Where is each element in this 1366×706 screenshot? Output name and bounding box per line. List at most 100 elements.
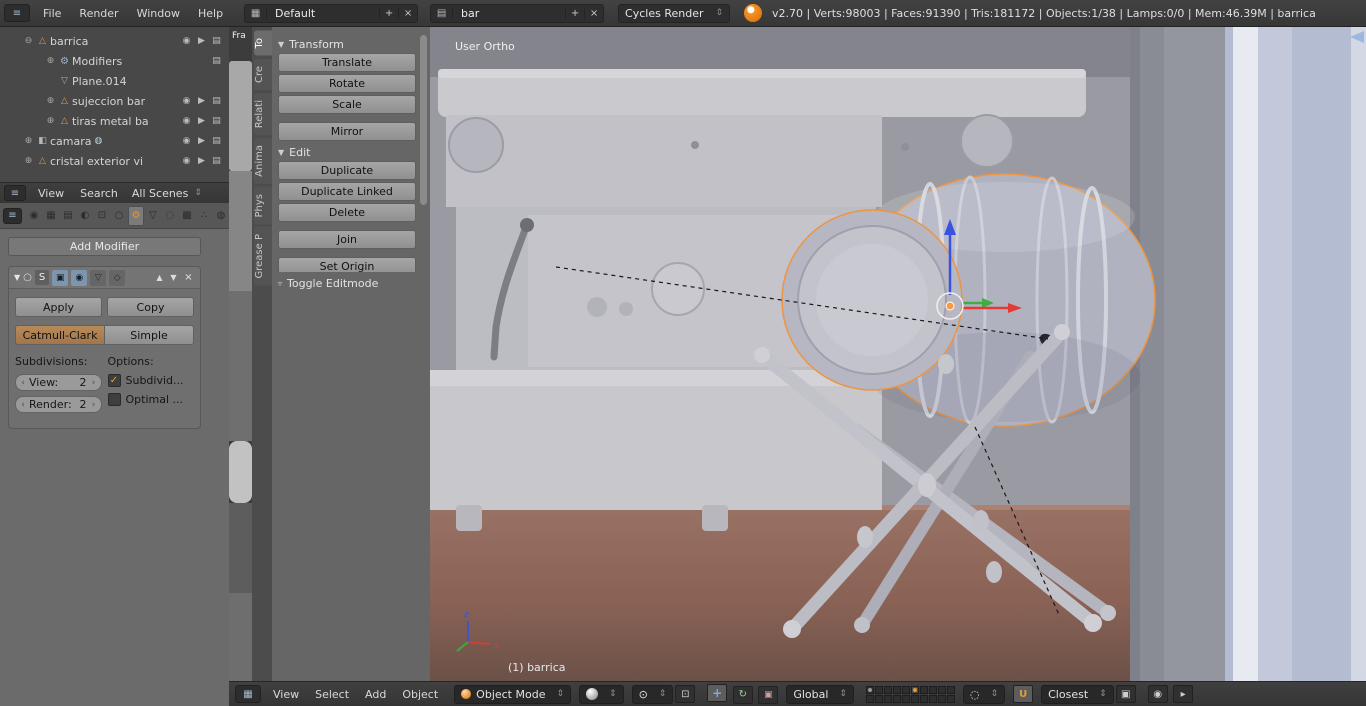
selectability-cursor-icon[interactable]: ▶: [195, 136, 208, 146]
tab-tools[interactable]: To: [254, 31, 272, 56]
apply-button[interactable]: Apply: [15, 297, 102, 317]
scene-icon[interactable]: ▤: [431, 7, 454, 19]
layer-cell[interactable]: [874, 685, 883, 694]
select-menu[interactable]: Select: [307, 688, 357, 701]
layer-cell[interactable]: [892, 694, 901, 703]
world-tab[interactable]: ◐: [77, 206, 93, 226]
transform-orientation-dropdown[interactable]: Global ⇕: [786, 684, 854, 704]
render-engine-dropdown[interactable]: Cycles Render ⇕: [618, 3, 731, 23]
layers-widget[interactable]: [865, 685, 955, 703]
add-modifier-dropdown[interactable]: Add Modifier: [8, 237, 201, 256]
object-menu[interactable]: Object: [394, 688, 446, 701]
constraints-tab[interactable]: ○: [111, 206, 127, 226]
texture-tab[interactable]: ▩: [179, 206, 195, 226]
increment-icon[interactable]: ›: [90, 378, 98, 388]
object-data-tab[interactable]: ▽: [145, 206, 161, 226]
layer-cell[interactable]: [865, 694, 874, 703]
copy-button[interactable]: Copy: [107, 297, 194, 317]
snap-magnet-button[interactable]: U: [1013, 685, 1034, 703]
expand-icon[interactable]: ⊕: [44, 96, 57, 106]
layer-cell[interactable]: [901, 694, 910, 703]
layer-cell[interactable]: [946, 694, 955, 703]
tab-relations[interactable]: Relati: [254, 92, 272, 135]
opengl-render-still-button[interactable]: ◉: [1147, 685, 1168, 703]
duplicate-button[interactable]: Duplicate: [278, 161, 416, 180]
editor-type-button-outliner[interactable]: ≡: [4, 185, 26, 201]
mirror-button[interactable]: Mirror: [278, 122, 416, 141]
outliner-row-sujeccion[interactable]: ⊕ △ sujeccion bar ◉ ▶ ▤: [0, 91, 229, 111]
delete-button[interactable]: Delete: [278, 203, 416, 222]
selectability-cursor-icon[interactable]: ▶: [195, 96, 208, 106]
outliner-row-plane014[interactable]: ▽ Plane.014: [0, 71, 229, 91]
subdivide-uvs-checkbox[interactable]: ✓ Subdivid...: [107, 374, 195, 387]
snap-element-dropdown[interactable]: Closest ⇕: [1041, 684, 1114, 704]
modifier-render-icon[interactable]: ▤: [210, 56, 223, 66]
tab-grease-pencil[interactable]: Grease P: [254, 227, 272, 286]
outliner-row-modifiers[interactable]: ⊕ ⚙ Modifiers ▤: [0, 51, 229, 71]
menu-file[interactable]: File: [34, 7, 70, 20]
collapse-icon[interactable]: ⊖: [22, 36, 35, 46]
increment-icon[interactable]: ›: [90, 400, 98, 410]
expand-icon[interactable]: ⊕: [44, 56, 57, 66]
edit-panel-header[interactable]: ▼ Edit: [278, 143, 416, 161]
viewport-shading-dropdown[interactable]: ⇕: [579, 684, 624, 704]
outliner-row-camara[interactable]: ⊕ ◧ camara ◍ ◉ ▶ ▤: [0, 131, 229, 151]
material-tab[interactable]: ◌: [162, 206, 178, 226]
object-tab[interactable]: ⊡: [94, 206, 110, 226]
renderability-icon[interactable]: ▤: [210, 36, 223, 46]
screen-layout-icon[interactable]: ▦: [245, 7, 268, 19]
snap-target-button[interactable]: ▣: [1115, 685, 1136, 703]
modifier-name-field[interactable]: S: [34, 270, 50, 285]
layer-cell[interactable]: [928, 694, 937, 703]
catmull-clark-toggle[interactable]: Catmull-Clark: [15, 325, 105, 345]
pivot-align-button[interactable]: ⊡: [675, 685, 696, 703]
editor-type-button-properties[interactable]: ≡: [3, 207, 22, 224]
tab-physics[interactable]: Phys: [254, 186, 272, 225]
move-modifier-up-icon[interactable]: ▲: [154, 273, 165, 282]
render-layers-tab[interactable]: ▦: [43, 206, 59, 226]
menu-render[interactable]: Render: [70, 7, 127, 20]
layer-cell[interactable]: [874, 694, 883, 703]
screen-layout-name[interactable]: Default: [267, 7, 379, 20]
modifiers-tab[interactable]: ⚙: [127, 205, 144, 226]
layer-cell[interactable]: [937, 694, 946, 703]
transform-panel-header[interactable]: ▼ Transform: [278, 35, 416, 53]
layer-cell[interactable]: [883, 694, 892, 703]
tab-animation[interactable]: Anima: [254, 137, 272, 184]
collapse-triangle-icon[interactable]: ▼: [14, 273, 20, 282]
outliner-row-cristal[interactable]: ⊕ △ cristal exterior vi ◉ ▶ ▤: [0, 151, 229, 171]
scale-manipulator-button[interactable]: ▣: [758, 686, 779, 704]
scene-tab[interactable]: ▤: [60, 206, 76, 226]
mode-dropdown[interactable]: Object Mode ⇕: [454, 684, 572, 704]
translate-manipulator-button[interactable]: +: [707, 684, 728, 702]
visibility-eye-icon[interactable]: ◉: [180, 156, 193, 166]
editor-type-button-info[interactable]: ≡: [4, 4, 30, 22]
decrement-icon[interactable]: ‹: [19, 378, 27, 388]
duplicate-linked-button[interactable]: Duplicate Linked: [278, 182, 416, 201]
delete-scene-button[interactable]: ×: [584, 7, 603, 19]
tool-shelf-scrollbar[interactable]: [420, 35, 427, 205]
renderability-icon[interactable]: ▤: [210, 136, 223, 146]
pivot-point-dropdown[interactable]: ⊙ ⇕: [631, 684, 674, 704]
view-menu[interactable]: View: [265, 688, 307, 701]
scale-button[interactable]: Scale: [278, 95, 416, 114]
scene-name[interactable]: bar: [453, 7, 565, 20]
layer-cell[interactable]: [919, 685, 928, 694]
renderability-icon[interactable]: ▤: [210, 116, 223, 126]
layer-cell[interactable]: [919, 694, 928, 703]
add-menu[interactable]: Add: [357, 688, 394, 701]
physics-tab[interactable]: ◍: [213, 206, 229, 226]
visibility-eye-icon[interactable]: ◉: [180, 36, 193, 46]
add-layout-button[interactable]: +: [379, 7, 398, 19]
layer-cell[interactable]: [865, 685, 874, 694]
tab-create[interactable]: Cre: [254, 58, 272, 90]
layer-cell[interactable]: [883, 685, 892, 694]
outliner-row-barrica[interactable]: ⊖ △ barrica ◉ ▶ ▤: [0, 31, 229, 51]
visibility-eye-icon[interactable]: ◉: [180, 116, 193, 126]
viewport-3d[interactable]: x z User Ortho (1) barrica: [430, 27, 1366, 681]
modifier-render-toggle[interactable]: ▣: [52, 269, 69, 286]
outliner-display-mode-dropdown[interactable]: All Scenes ⇕: [132, 187, 202, 200]
rotate-button[interactable]: Rotate: [278, 74, 416, 93]
layer-cell[interactable]: [892, 685, 901, 694]
menu-help[interactable]: Help: [189, 7, 232, 20]
